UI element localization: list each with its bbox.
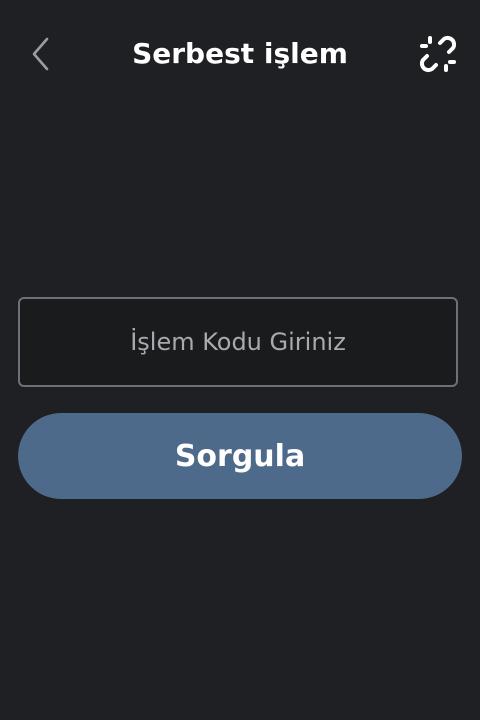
header-bar: Serbest işlem [0,22,480,86]
query-button[interactable]: Sorgula [18,413,462,499]
screen: Serbest işlem Sorgula [0,0,480,720]
link-button[interactable] [416,32,460,76]
transaction-code-input[interactable] [20,299,456,385]
page-title: Serbest işlem [132,37,348,70]
broken-link-icon [419,35,457,73]
transaction-code-field[interactable] [18,297,458,387]
